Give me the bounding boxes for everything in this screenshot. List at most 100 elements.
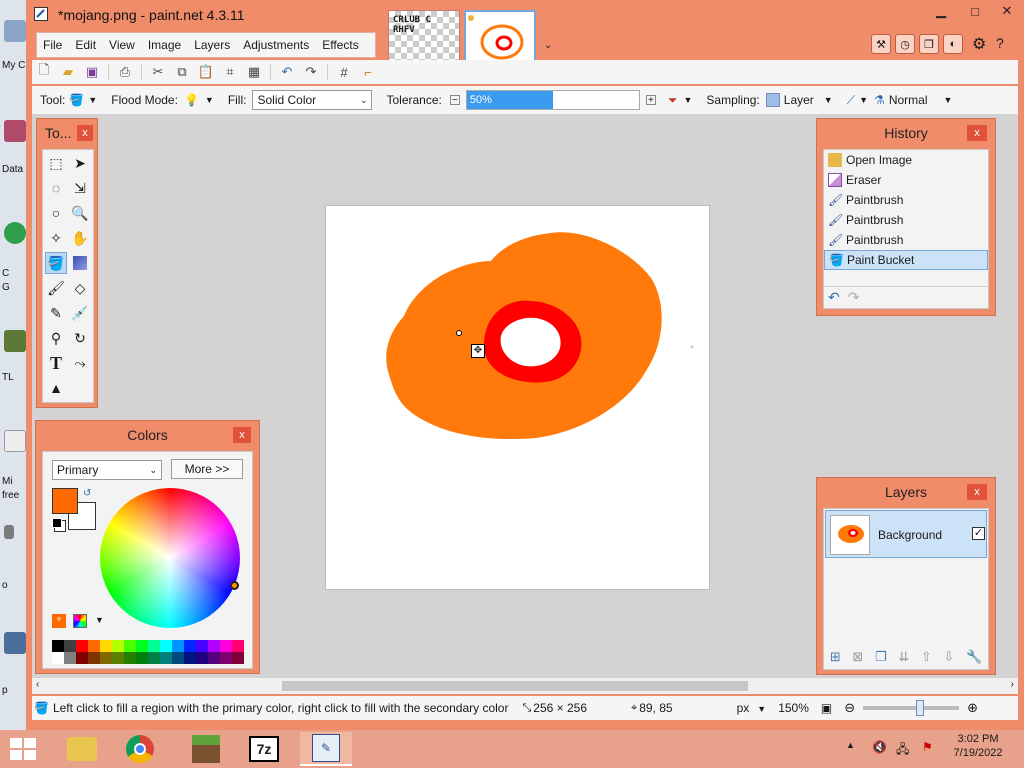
- menu-image[interactable]: Image: [148, 38, 181, 52]
- save-icon[interactable]: ▣: [83, 63, 101, 81]
- copy-icon[interactable]: ⧉: [173, 63, 191, 81]
- actual-size-icon[interactable]: ▣: [821, 701, 832, 715]
- zoom-slider-thumb[interactable]: [915, 700, 924, 716]
- desktop-icon-file[interactable]: [4, 430, 26, 452]
- grid-icon[interactable]: #: [335, 63, 353, 81]
- history-item-paintbrush[interactable]: 🖌 Paintbrush: [824, 210, 988, 230]
- history-panel-close-button[interactable]: x: [967, 125, 987, 141]
- pencil-tool-icon[interactable]: ✎: [45, 302, 67, 324]
- history-item-open-image[interactable]: Open Image: [824, 150, 988, 170]
- rectangle-select-tool-icon[interactable]: ⬚: [45, 152, 67, 174]
- move-selected-tool-icon[interactable]: ➤: [69, 152, 91, 174]
- color-wheel-marker[interactable]: [230, 581, 239, 590]
- move-layer-up-icon[interactable]: ⇧: [921, 649, 932, 665]
- zoom-value[interactable]: 150%: [778, 701, 809, 715]
- crop-icon[interactable]: ⌗: [221, 63, 239, 81]
- ruler-icon[interactable]: ⌐: [359, 63, 377, 81]
- history-item-paintbrush[interactable]: 🖌 Paintbrush: [824, 190, 988, 210]
- zoom-tool-icon[interactable]: 🔍: [69, 202, 91, 224]
- redo-icon[interactable]: ↷: [302, 63, 320, 81]
- add-layer-icon[interactable]: ⊞: [830, 649, 841, 665]
- undo-icon[interactable]: ↶: [828, 289, 840, 306]
- layer-row-background[interactable]: Background ✓: [825, 510, 987, 558]
- menu-edit[interactable]: Edit: [75, 38, 96, 52]
- taskbar-minecraft[interactable]: [180, 732, 232, 766]
- horizontal-scrollbar[interactable]: ‹ ›: [32, 678, 1018, 694]
- layers-toggle-icon[interactable]: ❐: [919, 34, 939, 54]
- clock[interactable]: 3:02 PM 7/19/2022: [950, 733, 1006, 759]
- open-folder-icon[interactable]: ▰: [59, 63, 77, 81]
- tools-toggle-icon[interactable]: ⚒: [871, 34, 891, 54]
- colors-panel-close-button[interactable]: x: [233, 427, 251, 443]
- menu-adjustments[interactable]: Adjustments: [243, 38, 309, 52]
- maximize-button[interactable]: □: [958, 0, 992, 22]
- paintbrush-tool-icon[interactable]: 🖌: [45, 277, 67, 299]
- desktop-icon-minecraft[interactable]: [4, 330, 26, 352]
- start-windows-icon[interactable]: [10, 738, 36, 760]
- menu-effects[interactable]: Effects: [322, 38, 358, 52]
- units-selector[interactable]: px ▼: [737, 701, 767, 715]
- scroll-left-icon[interactable]: ‹: [36, 679, 39, 690]
- help-icon[interactable]: ?: [996, 35, 1004, 51]
- pan-tool-icon[interactable]: ✋: [69, 227, 91, 249]
- tolerance-slider[interactable]: 50%: [465, 90, 640, 110]
- move-layer-down-icon[interactable]: ⇩: [943, 649, 954, 665]
- reset-colors-icon[interactable]: [52, 518, 62, 528]
- layer-properties-wrench-icon[interactable]: 🔧: [966, 649, 982, 665]
- tolerance-plus-icon[interactable]: +: [645, 95, 656, 106]
- primary-color-swatch[interactable]: [52, 488, 78, 514]
- history-item-paint-bucket[interactable]: 🪣 Paint Bucket: [824, 250, 988, 270]
- eraser-tool-icon[interactable]: ◇: [69, 277, 91, 299]
- tolerance-minus-icon[interactable]: −: [449, 95, 460, 106]
- deselect-icon[interactable]: ▦: [245, 63, 263, 81]
- desktop-icon-pc[interactable]: [4, 20, 26, 42]
- settings-gear-icon[interactable]: ⚙: [972, 34, 986, 54]
- swap-colors-icon[interactable]: ↺: [83, 488, 91, 499]
- volume-muted-icon[interactable]: 🔇: [872, 740, 887, 754]
- tools-panel-close-button[interactable]: x: [77, 125, 93, 141]
- color-wheel[interactable]: [100, 488, 240, 628]
- paste-icon[interactable]: 📋: [197, 63, 215, 81]
- delete-layer-icon[interactable]: ⊠: [852, 649, 863, 665]
- cut-icon[interactable]: ✂: [149, 63, 167, 81]
- tool-selector[interactable]: Tool: 🪣 ▼: [40, 93, 97, 107]
- merge-layer-icon[interactable]: ⇊: [898, 649, 909, 665]
- colors-toggle-icon[interactable]: ◐: [943, 34, 963, 54]
- scroll-right-icon[interactable]: ›: [1011, 679, 1014, 690]
- paint-bucket-tool-icon[interactable]: 🪣: [45, 252, 67, 274]
- layer-visibility-checkbox[interactable]: ✓: [972, 527, 985, 540]
- layers-panel-close-button[interactable]: x: [967, 484, 987, 500]
- fill-dropdown[interactable]: Solid Color ⌄: [252, 90, 373, 110]
- close-window-button[interactable]: ✕: [990, 0, 1024, 22]
- color-palette[interactable]: [52, 640, 244, 664]
- line-curve-tool-icon[interactable]: ⤳: [69, 352, 91, 374]
- antialias-selector[interactable]: ⏷ ▼: [668, 93, 693, 108]
- minimize-button[interactable]: ▁: [924, 0, 958, 22]
- image-canvas[interactable]: ✥: [325, 205, 710, 590]
- redo-icon[interactable]: ↷: [848, 289, 860, 306]
- notification-icon[interactable]: ⚑: [922, 740, 933, 754]
- desktop-icon-chrome[interactable]: [4, 222, 26, 244]
- desktop-icon-monitor[interactable]: [4, 632, 26, 654]
- network-icon[interactable]: 🖧: [896, 740, 909, 761]
- colors-panel-title[interactable]: Colors: [36, 421, 259, 449]
- shapes-tool-icon[interactable]: ▲: [45, 377, 67, 399]
- flood-mode-selector[interactable]: Flood Mode: 💡 ▼: [111, 93, 214, 107]
- duplicate-layer-icon[interactable]: ❐: [875, 649, 887, 665]
- history-toggle-icon[interactable]: ◷: [895, 34, 915, 54]
- tabs-dropdown-icon[interactable]: ⌄: [544, 40, 552, 51]
- desktop-icon-data[interactable]: [4, 120, 26, 142]
- ellipse-select-tool-icon[interactable]: ○: [45, 202, 67, 224]
- new-file-icon[interactable]: 🗋: [35, 62, 53, 81]
- palette-menu-icon[interactable]: [73, 614, 87, 628]
- tray-overflow-icon[interactable]: ▲: [846, 740, 855, 750]
- scroll-thumb[interactable]: [282, 681, 748, 691]
- taskbar-chrome[interactable]: [114, 732, 166, 766]
- color-mode-dropdown[interactable]: Primary ⌄: [52, 460, 162, 480]
- chevron-down-icon[interactable]: ▼: [95, 615, 104, 625]
- zoom-in-icon[interactable]: ⊕: [967, 700, 978, 716]
- color-picker-tool-icon[interactable]: 💉: [69, 302, 91, 324]
- move-selection-tool-icon[interactable]: ⇲: [69, 177, 91, 199]
- sampling-selector[interactable]: Sampling: Layer ▼: [706, 93, 833, 107]
- taskbar-7zip[interactable]: 7z: [238, 732, 290, 766]
